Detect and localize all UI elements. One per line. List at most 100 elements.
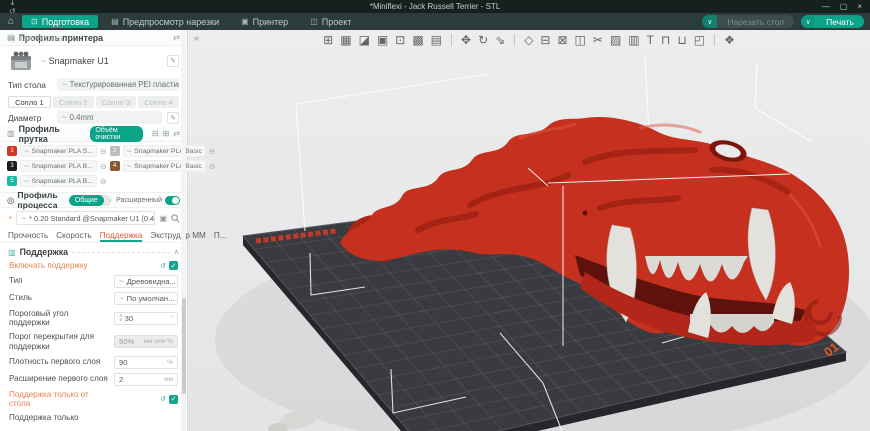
auto-orient-icon[interactable]: ▣ [377,33,388,47]
remove-filament-icon[interactable]: ⊖ [100,177,107,186]
process-tab-3[interactable]: Поддержка [100,231,143,242]
slice-plate-label: Нарезать стол [717,15,794,28]
edit-printer-icon[interactable]: ✎ [167,55,179,67]
arrange-plate-icon[interactable]: ▦ [340,33,351,47]
home-icon[interactable]: ⌂ [8,16,14,27]
remove-filament-icon[interactable]: ⊖ [100,162,107,171]
filament-select[interactable]: Snapmaker PLA B... [20,160,97,172]
support-paint-icon[interactable]: ⊓ [661,33,670,47]
setting-select[interactable]: По умолчан... [114,292,178,305]
slice-plate-button[interactable]: ∨ Нарезать стол [702,15,794,28]
close-button[interactable]: × [857,2,862,11]
reset-icon[interactable]: ↺ [160,395,166,403]
process-tab-1[interactable]: Прочность [8,231,48,242]
lay-on-face-icon[interactable]: ◇ [524,33,533,47]
print-button[interactable]: ∨ Печать [801,15,864,28]
checkbox[interactable]: ✓ [169,395,178,404]
filament-select[interactable]: Snapmaker PLA Basic [123,145,206,157]
nozzle-tab-4[interactable]: Сопло 4 [138,96,179,108]
nozzle-tab-3[interactable]: Сопло 3 [96,96,137,108]
filament-select[interactable]: Snapmaker PLA S... [20,145,97,157]
filament-slot-2[interactable]: 2Snapmaker PLA Basic⊖ [110,145,216,157]
remove-filament-icon[interactable]: ⊖ [209,162,216,171]
3d-viewport[interactable]: « ⊞▦◪▣⊡▩▤✥↻⇘◇⊟⊠◫✂▨▥T⊓⊔◰❖ S 01 [188,30,870,431]
nav-tab-3[interactable]: ▣Принтер [232,15,297,28]
printer-select[interactable]: Snapmaker U1 [41,56,109,66]
filament-slot-1[interactable]: 1Snapmaker PLA S...⊖ [7,145,107,157]
scale-icon[interactable]: ⇘ [495,33,505,47]
prime-tower-icon[interactable]: ⊔ [677,33,686,47]
setting-row: Включать поддержку↺✓ [0,259,187,273]
save-profile-icon[interactable]: ▣ [159,214,167,223]
print-label: Печать [816,15,864,28]
process-profile-icon: ◎ [7,195,14,206]
multi-plate-icon[interactable]: ⊡ [395,33,405,47]
calibration-icon: ⊞ [9,34,16,43]
filament-slot-5[interactable]: 5Snapmaker PLA B...⊖ [7,175,107,187]
filament-add-icon[interactable]: ⊞ [163,129,170,138]
filament-slot-4[interactable]: 4Snapmaker PLA Basic⊖ [110,160,216,172]
nozzle-tab-1[interactable]: Сопло 1 [8,96,51,108]
mirror-icon[interactable]: ◫ [575,33,586,47]
nozzle-tab-2[interactable]: Сопло 2 [53,96,94,108]
process-tab-2[interactable]: Скорость [56,231,91,242]
move-icon[interactable]: ✥ [461,33,471,47]
split-icon[interactable]: ⊟ [540,33,550,47]
maximize-button[interactable]: ▢ [840,2,848,11]
text-tool-icon[interactable]: T [647,33,654,47]
3d-scene[interactable]: S 01 [188,30,870,431]
remove-filament-icon[interactable]: ⊖ [209,147,216,156]
print-options-chevron-icon[interactable]: ∨ [801,15,816,28]
window-controls: — ▢ × [822,2,866,11]
nav-tab-2[interactable]: ▤Предпросмотр нарезки [102,15,228,28]
panel-scrollbar[interactable] [181,30,186,431]
process-profile-select[interactable]: * 0.20 Standard @Snapmaker U1 (0.4 noz..… [16,211,155,225]
setting-spinner[interactable]: ∧∨30° [114,312,178,325]
clone-icon[interactable]: ⊠ [557,33,567,47]
sync-filaments-icon[interactable]: ⇄ [173,129,180,138]
flush-volume-badge[interactable]: Объём очистки [90,126,143,142]
search-profile-icon[interactable] [171,214,180,223]
setting-select[interactable]: Древовидна... [114,275,178,288]
frame-icon[interactable]: ◰ [694,33,705,47]
rotate-icon[interactable]: ↻ [478,33,488,47]
switch-printer-icon[interactable]: ⇄ [173,33,180,42]
setting-row: СтильПо умолчан... [0,290,187,307]
filament-select[interactable]: Snapmaker PLA Basic [123,160,206,172]
advanced-toggle[interactable] [165,196,180,205]
minimize-button[interactable]: — [822,2,830,11]
nav-tab-label: Проект [322,17,352,27]
bed-type-select[interactable]: Текстурированная PEI пластина [57,78,179,91]
layers-icon[interactable]: ▤ [431,33,442,47]
scope-option-2[interactable]: Модели [104,195,111,206]
setting-input[interactable]: 90% [114,356,178,369]
merge-models-icon[interactable]: ▩ [412,33,423,47]
filament-remove-icon[interactable]: ⊟ [152,129,159,138]
checkbox[interactable]: ✓ [169,261,178,270]
filament-select[interactable]: Snapmaker PLA B... [20,175,97,187]
filament-profile-title: Профиль прутка [19,124,87,144]
process-tab-5[interactable]: П... [214,231,227,242]
reset-icon[interactable]: ↺ [160,262,166,270]
eraser-icon[interactable]: ◪ [359,33,370,47]
slice-options-chevron-icon[interactable]: ∨ [702,15,717,28]
nav-tab-4[interactable]: ◫Проект [301,15,360,28]
diameter-select[interactable]: 0.4mm [57,111,162,124]
cut-icon[interactable]: ✂ [593,33,603,47]
calibration-menu[interactable]: ⊞Калибровка [4,34,68,43]
nav-tab-1[interactable]: ⊡Подготовка [22,15,98,28]
collapse-group-icon[interactable]: ∧ [174,248,179,256]
infill-paint-icon[interactable]: ▨ [610,33,621,47]
color-paint-icon[interactable]: ❖ [724,33,735,47]
edit-diameter-icon[interactable]: ✎ [167,112,179,124]
scrollbar-thumb[interactable] [182,298,186,394]
scope-option-1[interactable]: Общие [69,195,104,206]
process-tab-4[interactable]: Экструдер ММ [150,231,206,242]
window-title: *Miniflexi - Jack Russell Terrier - STL [0,2,870,11]
remove-filament-icon[interactable]: ⊖ [100,147,107,156]
setting-row: Поддержка только [0,411,187,425]
texture-icon[interactable]: ▥ [628,33,639,47]
setting-input[interactable]: 2мм [114,373,178,386]
add-model-icon[interactable]: ⊞ [323,33,333,47]
filament-slot-3[interactable]: 3Snapmaker PLA B...⊖ [7,160,107,172]
